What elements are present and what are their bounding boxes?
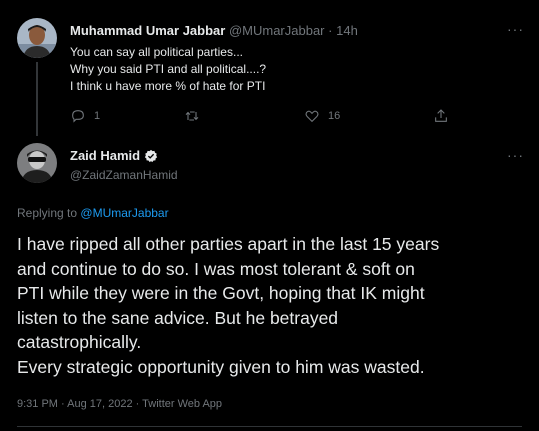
reply-line: Why you said PTI and all political....? xyxy=(70,62,267,76)
reply-tweet[interactable]: Muhammad Umar Jabbar @MUmarJabbar · 14h … xyxy=(0,0,539,136)
tweet-author[interactable]: Zaid Hamid xyxy=(70,148,158,163)
main-tweet: Zaid Hamid @ZaidZamanHamid ··· Replying … xyxy=(0,136,539,431)
reply-author-name[interactable]: Muhammad Umar Jabbar xyxy=(70,23,225,38)
thread-line xyxy=(36,62,38,136)
tweet-timestamp[interactable]: 9:31 PM · Aug 17, 2022 · Twitter Web App xyxy=(17,398,222,410)
tweet-more-options-icon[interactable]: ··· xyxy=(507,147,524,163)
tweet-line: I have ripped all other parties apart in… xyxy=(17,234,440,254)
reply-button[interactable]: 1 xyxy=(70,108,100,124)
reply-time[interactable]: 14h xyxy=(336,23,358,38)
tweet-author-handle[interactable]: @ZaidZamanHamid xyxy=(70,168,178,182)
share-icon xyxy=(435,109,447,122)
retweet-icon xyxy=(185,111,199,121)
retweet-button[interactable] xyxy=(184,108,200,124)
reply-count: 1 xyxy=(94,110,101,122)
reply-line: You can say all political parties... xyxy=(70,45,243,59)
divider xyxy=(17,426,522,427)
tweet-text: I have ripped all other parties apart in… xyxy=(17,232,527,379)
like-icon xyxy=(305,110,319,123)
tweet-line: and continue to do so. I was most tolera… xyxy=(17,258,415,279)
replying-to: Replying to @MUmarJabbar xyxy=(17,206,169,220)
avatar-muhammad-umar-jabbar[interactable] xyxy=(17,18,57,58)
tweet-author-name[interactable]: Zaid Hamid xyxy=(70,148,140,163)
reply-text: You can say all political parties... Why… xyxy=(70,44,266,95)
tweet-line: Every strategic opportunity given to him… xyxy=(17,356,425,377)
reply-line: I think u have more % of hate for PTI xyxy=(70,79,266,93)
reply-action-bar: 1 16 xyxy=(70,108,450,126)
reply-header: Muhammad Umar Jabbar @MUmarJabbar · 14h xyxy=(70,23,358,38)
verified-badge-icon xyxy=(144,149,158,162)
reply-more-options-icon[interactable]: ··· xyxy=(507,21,524,37)
tweet-line: listen to the sane advice. But he betray… xyxy=(17,307,339,328)
share-button[interactable] xyxy=(433,108,449,124)
replying-to-handle-link[interactable]: @MUmarJabbar xyxy=(80,206,168,220)
like-count: 16 xyxy=(328,110,341,122)
avatar-zaid-hamid[interactable] xyxy=(17,143,57,183)
reply-author-handle[interactable]: @MUmarJabbar xyxy=(229,23,325,38)
replying-to-prefix: Replying to xyxy=(17,206,78,220)
reply-separator: · xyxy=(328,23,333,38)
reply-icon xyxy=(72,110,84,123)
like-button[interactable]: 16 xyxy=(304,108,340,124)
tweet-line: catastrophically. xyxy=(17,332,142,352)
tweet-line: PTI while they were in the Govt, hoping … xyxy=(17,283,425,303)
